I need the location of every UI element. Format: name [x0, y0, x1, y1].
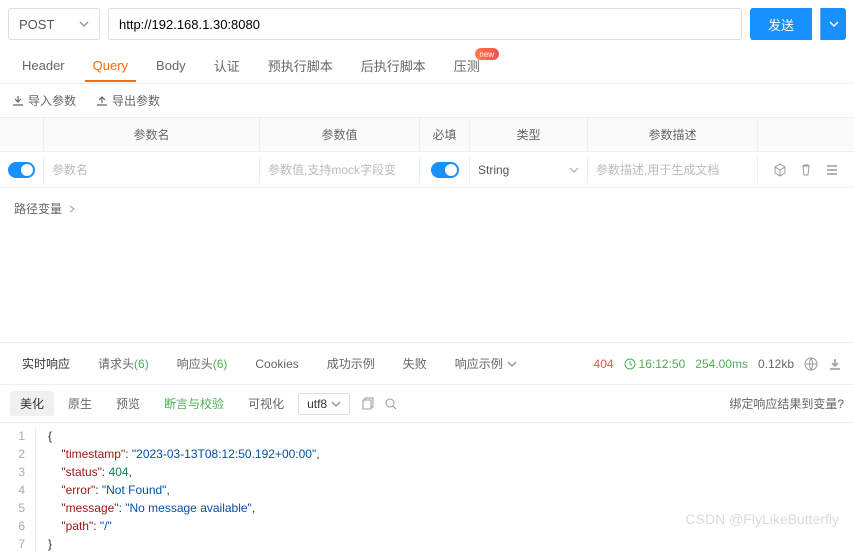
tab-loadtest[interactable]: 压测 new: [440, 48, 494, 83]
download-icon[interactable]: [828, 357, 842, 371]
param-desc-input[interactable]: [596, 163, 749, 177]
col-required: 必填: [420, 118, 470, 151]
search-icon[interactable]: [384, 397, 398, 411]
request-tabs: Header Query Body 认证 预执行脚本 后执行脚本 压测 new: [0, 48, 854, 84]
format-beautify-button[interactable]: 美化: [10, 391, 54, 416]
col-desc: 参数描述: [588, 118, 758, 151]
send-dropdown-button[interactable]: [820, 8, 846, 40]
encoding-select[interactable]: utf8: [298, 393, 350, 415]
export-params-button[interactable]: 导出参数: [96, 92, 160, 109]
status-code: 404: [594, 357, 614, 371]
param-enable-switch[interactable]: [8, 162, 35, 178]
chevron-down-icon: [331, 399, 341, 409]
method-select[interactable]: POST: [8, 8, 100, 40]
response-body[interactable]: 1{ 2 "timestamp": "2023-03-13T08:12:50.1…: [0, 423, 854, 557]
globe-icon[interactable]: [804, 357, 818, 371]
tab-query[interactable]: Query: [79, 50, 142, 81]
resp-tab-respheader[interactable]: 响应头(6): [167, 347, 238, 380]
col-value: 参数值: [260, 118, 420, 151]
chevron-right-icon: [68, 205, 76, 213]
tab-header[interactable]: Header: [8, 50, 79, 81]
tab-auth[interactable]: 认证: [200, 48, 254, 83]
delete-icon[interactable]: [799, 163, 813, 177]
chevron-down-icon: [829, 19, 839, 29]
resp-tab-cookies[interactable]: Cookies: [245, 349, 308, 379]
col-name: 参数名: [44, 118, 260, 151]
download-icon: [12, 95, 24, 107]
response-size: 0.12kb: [758, 357, 794, 371]
tab-postscript[interactable]: 后执行脚本: [347, 48, 440, 83]
upload-icon: [96, 95, 108, 107]
resp-tab-realtime[interactable]: 实时响应: [12, 347, 80, 380]
col-type: 类型: [470, 118, 588, 151]
resp-example-select[interactable]: 响应示例: [445, 347, 527, 380]
assert-button[interactable]: 断言与校验: [154, 391, 234, 416]
param-table-header: 参数名 参数值 必填 类型 参数描述: [0, 118, 854, 152]
clock-icon: [624, 358, 636, 370]
copy-icon[interactable]: [360, 397, 374, 411]
param-name-input[interactable]: [52, 163, 251, 177]
import-params-button[interactable]: 导入参数: [12, 92, 76, 109]
resp-tab-reqheader[interactable]: 请求头(6): [88, 347, 159, 380]
send-button[interactable]: 发送: [750, 8, 812, 40]
method-value: POST: [19, 17, 54, 32]
param-row: String: [0, 152, 854, 188]
format-preview-button[interactable]: 预览: [106, 391, 150, 416]
menu-icon[interactable]: [825, 163, 839, 177]
response-duration: 254.00ms: [695, 357, 748, 371]
new-badge: new: [475, 48, 499, 60]
visual-button[interactable]: 可视化: [238, 391, 294, 416]
resp-tab-success[interactable]: 成功示例: [317, 347, 385, 380]
resp-tab-fail[interactable]: 失败: [393, 347, 437, 380]
format-raw-button[interactable]: 原生: [58, 391, 102, 416]
cube-icon[interactable]: [773, 163, 787, 177]
param-required-switch[interactable]: [431, 162, 459, 178]
response-time: 16:12:50: [624, 357, 686, 371]
url-input[interactable]: [108, 8, 742, 40]
bind-variable-link[interactable]: 绑定响应结果到变量?: [729, 395, 844, 412]
path-variables-toggle[interactable]: 路径变量: [0, 188, 854, 229]
tab-body[interactable]: Body: [142, 50, 200, 81]
chevron-down-icon: [569, 165, 579, 175]
chevron-down-icon: [79, 19, 89, 29]
tab-prescript[interactable]: 预执行脚本: [254, 48, 347, 83]
param-type-select[interactable]: String: [478, 163, 579, 177]
chevron-down-icon: [507, 359, 517, 369]
param-value-input[interactable]: [268, 163, 411, 177]
